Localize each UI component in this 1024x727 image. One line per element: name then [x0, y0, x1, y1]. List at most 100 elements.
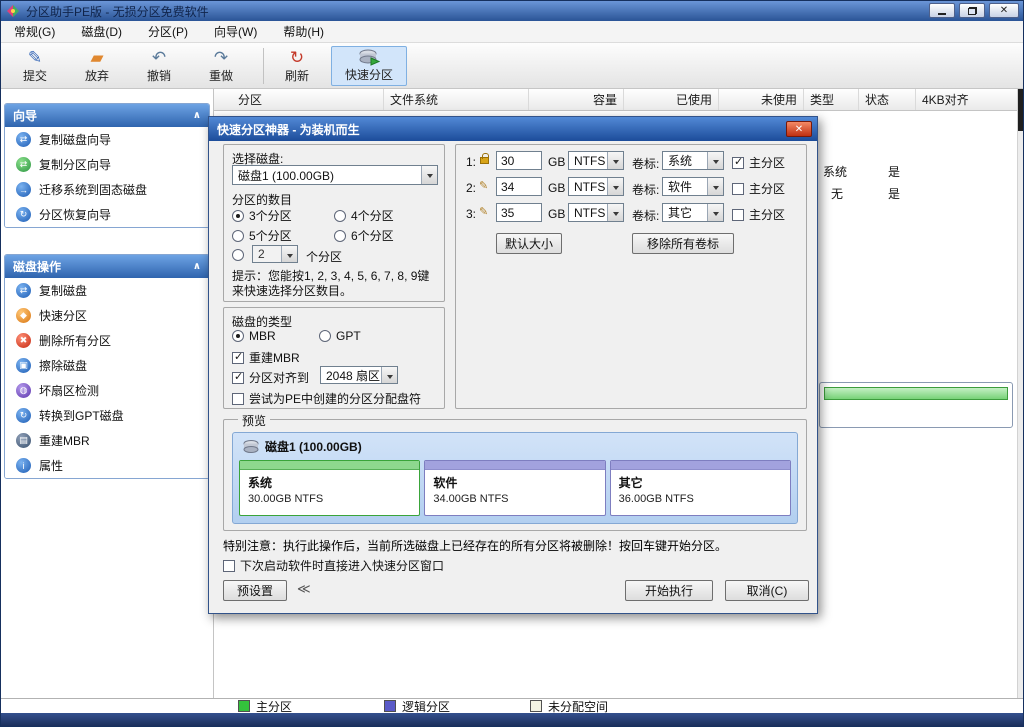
checkbox-label[interactable]: 分区对齐到 — [249, 369, 309, 386]
radio-5-partitions[interactable]: 5个分区 — [232, 227, 292, 244]
sidebar-item-copy-disk[interactable]: ⇄ 复制磁盘 — [5, 278, 209, 303]
radio-label[interactable]: 4个分区 — [351, 207, 394, 224]
sidebar-item-partition-recovery[interactable]: ↻ 分区恢复向导 — [5, 202, 209, 227]
radio-label[interactable]: 6个分区 — [351, 227, 394, 244]
row3-fs-select[interactable]: NTFS — [568, 203, 624, 222]
scrollbar-thumb[interactable] — [1018, 89, 1024, 131]
row1-fs-select[interactable]: NTFS — [568, 151, 624, 170]
radio-custom-count[interactable] — [232, 249, 244, 261]
col-filesystem[interactable]: 文件系统 — [384, 89, 529, 110]
checkbox-label[interactable]: 尝试为PE中创建的分区分配盘符 — [249, 390, 421, 407]
custom-count-select[interactable]: 2 — [252, 245, 298, 263]
checkbox-icon[interactable] — [732, 209, 744, 221]
radio-gpt[interactable]: GPT — [319, 329, 361, 343]
radio-icon[interactable] — [232, 249, 244, 261]
radio-icon[interactable] — [232, 230, 244, 242]
row2-vol-select[interactable]: 软件 — [662, 177, 724, 196]
sidebar-item-delete-all-partitions[interactable]: ✖ 删除所有分区 — [5, 328, 209, 353]
row1-primary-checkbox[interactable]: 主分区 — [732, 154, 785, 171]
checkbox-icon[interactable] — [232, 393, 244, 405]
minimize-button[interactable] — [929, 3, 955, 18]
preset-button[interactable]: 预设置 — [223, 580, 287, 601]
cancel-button[interactable]: 取消(C) — [725, 580, 809, 601]
sidebar-item-copy-disk-wizard[interactable]: ⇄ 复制磁盘向导 — [5, 127, 209, 152]
checkbox-icon[interactable] — [223, 560, 235, 572]
col-unused[interactable]: 未使用 — [719, 89, 804, 110]
menu-general[interactable]: 常规(G) — [1, 21, 68, 42]
maximize-button[interactable] — [959, 3, 985, 18]
disk-ops-panel-header[interactable]: 磁盘操作 ∧ — [5, 255, 209, 278]
checkbox-label[interactable]: 主分区 — [749, 180, 785, 197]
start-button[interactable]: 开始执行 — [625, 580, 713, 601]
radio-3-partitions[interactable]: 3个分区 — [232, 207, 292, 224]
row3-vol-select[interactable]: 其它 — [662, 203, 724, 222]
radio-icon[interactable] — [232, 330, 244, 342]
row2-size-input[interactable]: 34 — [496, 177, 542, 196]
align-select[interactable]: 2048 扇区 — [320, 366, 398, 384]
row1-size-input[interactable]: 30 — [496, 151, 542, 170]
menu-disk[interactable]: 磁盘(D) — [68, 21, 135, 42]
sidebar-item-wipe-disk[interactable]: ▣ 擦除磁盘 — [5, 353, 209, 378]
fold-arrows-icon[interactable]: ≪ — [297, 581, 311, 597]
checkbox-icon[interactable] — [232, 352, 244, 364]
remove-all-labels-button[interactable]: 移除所有卷标 — [632, 233, 734, 254]
menu-wizard[interactable]: 向导(W) — [201, 21, 270, 42]
dialog-close-button[interactable]: ✕ — [786, 121, 812, 137]
menu-partition[interactable]: 分区(P) — [135, 21, 201, 42]
sidebar-item-properties[interactable]: i 属性 — [5, 453, 209, 478]
checkbox-icon[interactable] — [732, 157, 744, 169]
col-partition[interactable]: 分区 — [214, 89, 384, 110]
radio-icon[interactable] — [232, 210, 244, 222]
sidebar-item-quick-partition[interactable]: ◆ 快速分区 — [5, 303, 209, 328]
vertical-scrollbar[interactable] — [1017, 89, 1024, 698]
submit-button[interactable]: ✎ 提交 — [11, 46, 59, 86]
radio-mbr[interactable]: MBR — [232, 329, 276, 343]
refresh-button[interactable]: ↻ 刷新 — [273, 46, 321, 86]
sidebar-item-rebuild-mbr[interactable]: ▤ 重建MBR — [5, 428, 209, 453]
col-used[interactable]: 已使用 — [624, 89, 719, 110]
align-checkbox[interactable]: 分区对齐到 — [232, 369, 309, 386]
row1-vol-select[interactable]: 系统 — [662, 151, 724, 170]
disk-select[interactable]: 磁盘1 (100.00GB) — [232, 165, 438, 185]
checkbox-label[interactable]: 主分区 — [749, 206, 785, 223]
checkbox-label[interactable]: 主分区 — [749, 154, 785, 171]
pe-assign-checkbox[interactable]: 尝试为PE中创建的分区分配盘符 — [232, 390, 421, 407]
default-size-button[interactable]: 默认大小 — [496, 233, 562, 254]
radio-label[interactable]: GPT — [336, 329, 361, 343]
redo-button[interactable]: ↷ 重做 — [197, 46, 245, 86]
col-capacity[interactable]: 容量 — [529, 89, 624, 110]
discard-button[interactable]: ▰ 放弃 — [73, 46, 121, 86]
col-status[interactable]: 状态 — [859, 89, 916, 110]
next-launch-checkbox[interactable]: 下次启动软件时直接进入快速分区窗口 — [223, 557, 444, 574]
radio-label[interactable]: 3个分区 — [249, 207, 292, 224]
radio-icon[interactable] — [319, 330, 331, 342]
checkbox-label[interactable]: 重建MBR — [249, 349, 300, 366]
menu-help[interactable]: 帮助(H) — [270, 21, 337, 42]
radio-4-partitions[interactable]: 4个分区 — [334, 207, 394, 224]
sidebar-item-bad-sector-test[interactable]: ◍ 坏扇区检测 — [5, 378, 209, 403]
checkbox-icon[interactable] — [232, 372, 244, 384]
radio-label[interactable]: MBR — [249, 329, 276, 343]
quick-partition-button[interactable]: 快速分区 — [331, 46, 407, 86]
sidebar-item-copy-partition-wizard[interactable]: ⇄ 复制分区向导 — [5, 152, 209, 177]
col-4kb-align[interactable]: 4KB对齐 — [916, 89, 996, 110]
row3-primary-checkbox[interactable]: 主分区 — [732, 206, 785, 223]
collapse-icon[interactable]: ∧ — [193, 261, 201, 272]
wizard-panel-header[interactable]: 向导 ∧ — [5, 104, 209, 127]
radio-icon[interactable] — [334, 210, 346, 222]
checkbox-label[interactable]: 下次启动软件时直接进入快速分区窗口 — [240, 557, 444, 574]
row2-fs-select[interactable]: NTFS — [568, 177, 624, 196]
collapse-icon[interactable]: ∧ — [193, 110, 201, 121]
row3-size-input[interactable]: 35 — [496, 203, 542, 222]
sidebar-item-convert-gpt[interactable]: ↻ 转换到GPT磁盘 — [5, 403, 209, 428]
disk-graph-panel[interactable] — [819, 382, 1013, 428]
sidebar-item-migrate-os[interactable]: → 迁移系统到固态磁盘 — [5, 177, 209, 202]
checkbox-icon[interactable] — [732, 183, 744, 195]
col-type[interactable]: 类型 — [804, 89, 859, 110]
radio-icon[interactable] — [334, 230, 346, 242]
rebuild-mbr-checkbox[interactable]: 重建MBR — [232, 349, 300, 366]
radio-6-partitions[interactable]: 6个分区 — [334, 227, 394, 244]
undo-button[interactable]: ↶ 撤销 — [135, 46, 183, 86]
close-button[interactable]: ✕ — [989, 3, 1019, 18]
radio-label[interactable]: 5个分区 — [249, 227, 292, 244]
